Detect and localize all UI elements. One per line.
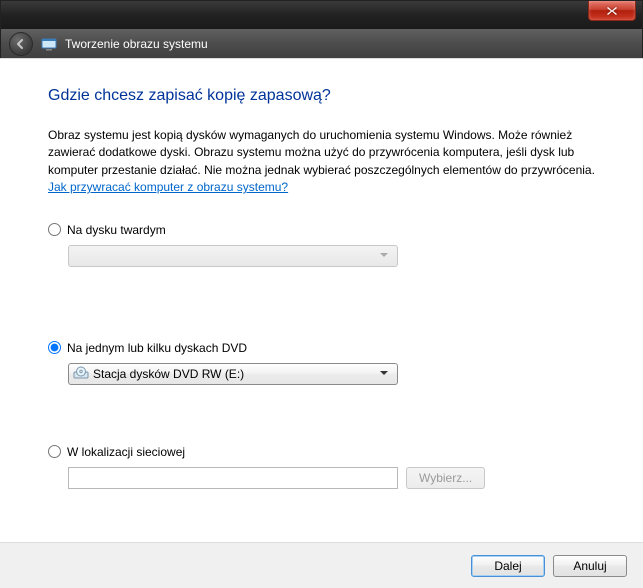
radio-hdd[interactable]: Na dysku twardym bbox=[48, 223, 603, 237]
option-network: W lokalizacji sieciowej Wybierz... bbox=[48, 445, 603, 489]
radio-network-label: W lokalizacji sieciowej bbox=[67, 445, 185, 459]
help-link[interactable]: Jak przywracać komputer z obrazu systemu… bbox=[48, 180, 288, 194]
chevron-down-icon bbox=[375, 246, 393, 266]
content-area: Gdzie chcesz zapisać kopię zapasową? Obr… bbox=[0, 59, 643, 489]
hdd-combo bbox=[68, 245, 398, 267]
radio-dvd-label: Na jednym lub kilku dyskach DVD bbox=[67, 341, 247, 355]
option-dvd: Na jednym lub kilku dyskach DVD Stacja d… bbox=[48, 341, 603, 385]
app-icon bbox=[41, 36, 57, 52]
dvd-combo[interactable]: Stacja dysków DVD RW (E:) bbox=[68, 363, 398, 385]
header-bar: Tworzenie obrazu systemu bbox=[1, 29, 642, 59]
dvd-combo-value: Stacja dysków DVD RW (E:) bbox=[93, 367, 244, 381]
chevron-down-icon bbox=[375, 364, 393, 384]
close-icon bbox=[606, 6, 618, 16]
description-text: Obraz systemu jest kopią dysków wymagany… bbox=[48, 127, 603, 197]
option-hdd: Na dysku twardym bbox=[48, 223, 603, 267]
radio-hdd-label: Na dysku twardym bbox=[67, 223, 166, 237]
description-body: Obraz systemu jest kopią dysków wymagany… bbox=[48, 128, 595, 177]
page-heading: Gdzie chcesz zapisać kopię zapasową? bbox=[48, 87, 603, 105]
radio-dvd-input[interactable] bbox=[48, 341, 61, 354]
radio-hdd-input[interactable] bbox=[48, 223, 61, 236]
window-title: Tworzenie obrazu systemu bbox=[65, 37, 208, 51]
cancel-button[interactable]: Anuluj bbox=[553, 555, 627, 577]
back-button[interactable] bbox=[9, 32, 33, 56]
network-path-input bbox=[68, 467, 398, 489]
radio-network-input[interactable] bbox=[48, 445, 61, 458]
arrow-left-icon bbox=[15, 38, 27, 50]
next-button[interactable]: Dalej bbox=[471, 555, 545, 577]
disc-icon bbox=[73, 366, 89, 382]
titlebar bbox=[1, 1, 642, 29]
browse-button: Wybierz... bbox=[406, 467, 485, 489]
footer: Dalej Anuluj bbox=[0, 542, 643, 588]
radio-network[interactable]: W lokalizacji sieciowej bbox=[48, 445, 603, 459]
close-button[interactable] bbox=[588, 1, 636, 21]
radio-dvd[interactable]: Na jednym lub kilku dyskach DVD bbox=[48, 341, 603, 355]
